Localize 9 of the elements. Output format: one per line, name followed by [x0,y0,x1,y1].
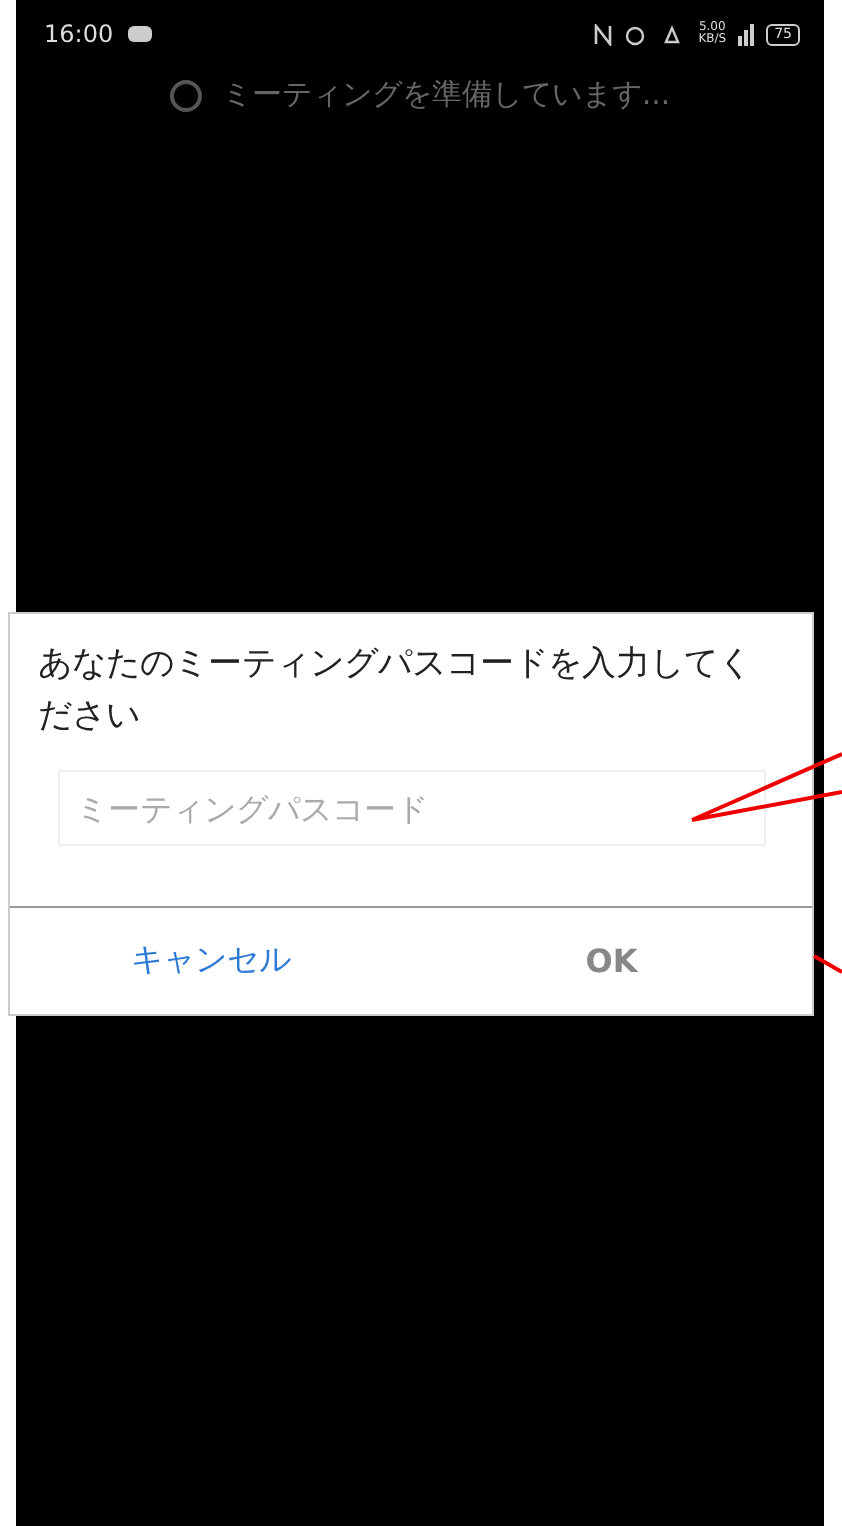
cancel-button[interactable]: キャンセル [10,908,411,1014]
chat-icon [125,23,154,45]
passcode-field[interactable]: ミーティングパスコード [58,770,766,846]
signal-icon [738,23,755,45]
dialog-title: あなたのミーティングパスコードを入力してください [38,642,752,740]
nfc-icon [594,23,613,45]
clock: 16:00 [44,20,114,48]
spinner-icon [169,79,202,111]
loading-text: ミーティングを準備しています... [221,76,671,114]
